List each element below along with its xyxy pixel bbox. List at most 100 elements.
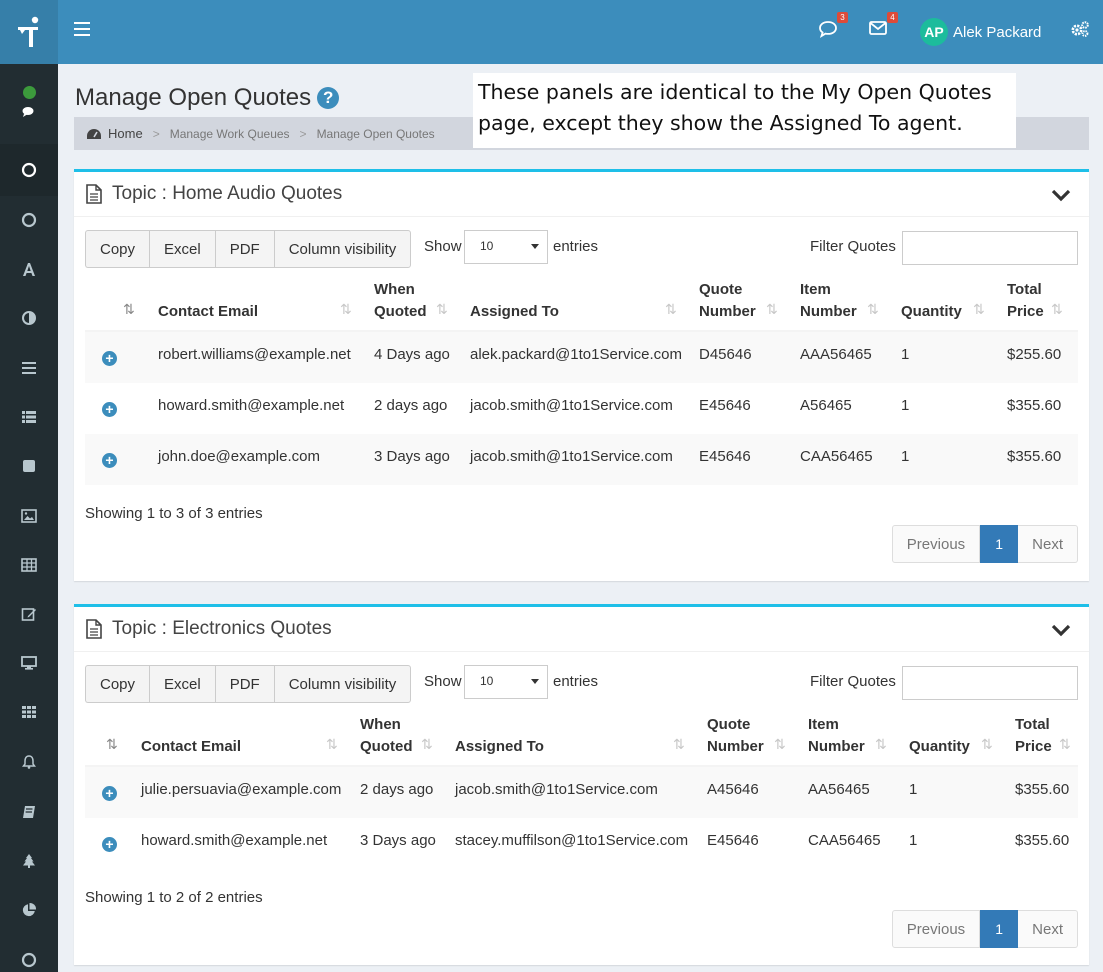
top-navbar: 3 4 AP Alek Packard — [58, 0, 1103, 64]
col-contact-email[interactable]: Contact Email — [141, 736, 241, 758]
table-row[interactable]: + howard.smith@example.net 2 days ago ja… — [85, 383, 1078, 434]
col-total-price[interactable]: Total Price — [1007, 279, 1044, 323]
sort-icon[interactable]: ⇅ — [766, 301, 778, 318]
sort-icon[interactable]: ⇅ — [421, 736, 433, 753]
col-when-quoted[interactable]: When Quoted — [374, 279, 427, 323]
chevron-down-icon[interactable] — [1051, 623, 1071, 637]
col-item-number[interactable]: Item Number — [808, 714, 865, 758]
envelope-icon — [869, 21, 887, 35]
sidebar-item-edit[interactable] — [17, 604, 41, 624]
sidebar-item-queues[interactable] — [17, 210, 41, 230]
desktop-icon — [21, 656, 37, 670]
sidebar-item-font[interactable] — [17, 259, 41, 279]
col-total-price[interactable]: Total Price — [1015, 714, 1052, 758]
quotes-panel-home-audio: Topic : Home Audio Quotes Copy Excel PDF… — [74, 169, 1089, 581]
comments-icon — [22, 107, 34, 117]
col-quantity[interactable]: Quantity — [901, 301, 962, 323]
sort-index-icon[interactable]: ⇅ — [123, 301, 135, 318]
app-logo[interactable] — [0, 0, 58, 64]
table-row[interactable]: + john.doe@example.com 3 Days ago jacob.… — [85, 434, 1078, 485]
next-page-button[interactable]: Next — [1018, 525, 1078, 563]
page-1-button[interactable]: 1 — [980, 525, 1019, 563]
bars-icon — [22, 362, 36, 374]
user-menu[interactable]: AP Alek Packard — [920, 18, 1041, 46]
sidebar-item-square[interactable] — [17, 456, 41, 476]
breadcrumb-home-link[interactable]: Home — [108, 126, 143, 141]
settings-button[interactable] — [1070, 20, 1090, 41]
pdf-button[interactable]: PDF — [214, 665, 274, 703]
sort-icon[interactable]: ⇅ — [875, 736, 887, 753]
previous-page-button[interactable]: Previous — [891, 525, 981, 563]
column-visibility-button[interactable]: Column visibility — [273, 665, 412, 703]
col-item-number[interactable]: Item Number — [800, 279, 857, 323]
font-icon — [23, 263, 35, 276]
sidebar-item-alerts[interactable] — [17, 752, 41, 772]
copy-button[interactable]: Copy — [85, 665, 150, 703]
column-visibility-button[interactable]: Column visibility — [273, 230, 412, 268]
entries-select[interactable]: 10 — [464, 230, 548, 264]
breadcrumb-work-queues-link[interactable]: Manage Work Queues — [170, 127, 290, 141]
expand-row-icon[interactable]: + — [102, 351, 117, 366]
page-title-text: Manage Open Quotes — [75, 84, 312, 111]
col-contact-email[interactable]: Contact Email — [158, 301, 258, 323]
sidebar-item-reports[interactable] — [17, 900, 41, 920]
sidebar-item-book[interactable] — [17, 802, 41, 822]
col-assigned-to[interactable]: Assigned To — [455, 736, 544, 758]
mail-notifications-button[interactable]: 4 — [868, 12, 898, 40]
sort-icon[interactable]: ⇅ — [774, 736, 786, 753]
export-toolbar: Copy Excel PDF Column visibility — [85, 665, 412, 703]
sort-icon[interactable]: ⇅ — [673, 736, 685, 753]
entries-select[interactable]: 10 — [464, 665, 548, 699]
table-row[interactable]: + robert.williams@example.net 4 Days ago… — [85, 332, 1078, 383]
entries-label: entries — [553, 238, 599, 255]
sort-icon[interactable]: ⇅ — [665, 301, 677, 318]
sort-icon[interactable]: ⇅ — [1059, 736, 1071, 753]
sidebar-item-table[interactable] — [17, 555, 41, 575]
chevron-down-icon[interactable] — [1051, 188, 1071, 202]
expand-row-icon[interactable]: + — [102, 837, 117, 852]
circle-icon — [21, 212, 37, 228]
col-quote-number[interactable]: Quote Number — [707, 714, 764, 758]
sort-icon[interactable]: ⇅ — [867, 301, 879, 318]
table-row[interactable]: + julie.persuavia@example.com 2 days ago… — [85, 767, 1078, 818]
copy-button[interactable]: Copy — [85, 230, 150, 268]
page-1-button[interactable]: 1 — [980, 910, 1019, 948]
next-page-button[interactable]: Next — [1018, 910, 1078, 948]
sort-icon[interactable]: ⇅ — [340, 301, 352, 318]
sort-icon[interactable]: ⇅ — [973, 301, 985, 318]
panel-header: Topic : Electronics Quotes — [74, 607, 1089, 652]
sort-index-icon[interactable]: ⇅ — [106, 736, 118, 753]
col-assigned-to[interactable]: Assigned To — [470, 301, 559, 323]
sort-icon[interactable]: ⇅ — [436, 301, 448, 318]
sidebar-item-more[interactable] — [17, 950, 41, 970]
col-quantity[interactable]: Quantity — [909, 736, 970, 758]
chat-notifications-button[interactable]: 3 — [818, 12, 848, 40]
help-icon[interactable]: ? — [317, 87, 340, 109]
sidebar-item-desktop[interactable] — [17, 653, 41, 673]
col-when-quoted[interactable]: When Quoted — [360, 714, 413, 758]
pdf-button[interactable]: PDF — [214, 230, 274, 268]
sidebar-item-home[interactable] — [17, 160, 41, 180]
sidebar-item-tree[interactable] — [17, 851, 41, 871]
sidebar-item-contrast[interactable] — [17, 308, 41, 328]
previous-page-button[interactable]: Previous — [891, 910, 981, 948]
expand-row-icon[interactable]: + — [102, 786, 117, 801]
pie-chart-icon — [22, 902, 37, 917]
sidebar-item-images[interactable] — [17, 506, 41, 526]
sort-icon[interactable]: ⇅ — [1051, 301, 1063, 318]
sidebar-item-chat[interactable] — [17, 102, 41, 122]
sidebar-toggle-button[interactable] — [74, 22, 90, 36]
excel-button[interactable]: Excel — [149, 230, 215, 268]
excel-button[interactable]: Excel — [149, 665, 215, 703]
filter-input[interactable] — [902, 231, 1078, 265]
sort-icon[interactable]: ⇅ — [981, 736, 993, 753]
expand-row-icon[interactable]: + — [102, 453, 117, 468]
filter-input[interactable] — [902, 666, 1078, 700]
table-row[interactable]: + howard.smith@example.net 3 Days ago st… — [85, 818, 1078, 869]
sort-icon[interactable]: ⇅ — [326, 736, 338, 753]
sidebar-item-apps[interactable] — [17, 702, 41, 722]
sidebar-item-list[interactable] — [17, 407, 41, 427]
expand-row-icon[interactable]: + — [102, 402, 117, 417]
col-quote-number[interactable]: Quote Number — [699, 279, 756, 323]
sidebar-item-menu[interactable] — [17, 358, 41, 378]
